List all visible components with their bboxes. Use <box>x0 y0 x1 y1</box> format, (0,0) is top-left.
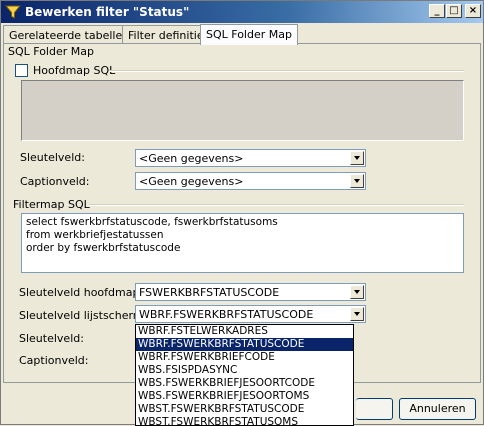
filtermap-sql-input[interactable]: select fswerkbrfstatuscode, fswerkbrfsta… <box>21 213 464 273</box>
group-divider <box>89 204 464 206</box>
sleutelveld-hoofdmap-label: Sleutelveld hoofdmap: <box>19 286 144 299</box>
sleutelveld-lijstscherm-dropdown[interactable]: WBRF.FSTELWERKADRES WBRF.FSWERKBRFSTATUS… <box>135 324 354 426</box>
tab-gerelateerde-tabellen[interactable]: Gerelateerde tabellen <box>3 25 136 44</box>
cancel-button[interactable]: Annuleren <box>399 398 476 420</box>
title-bar[interactable]: Bewerken filter "Status" _ □ × <box>1 1 483 23</box>
tab-sql-folder-map[interactable]: SQL Folder Map <box>200 24 298 45</box>
captionveld-value: <Geen gegevens> <box>139 175 244 188</box>
chevron-down-icon[interactable] <box>350 307 364 321</box>
hoofdmap-sql-area <box>21 80 464 141</box>
filtermap-heading: Filtermap SQL <box>13 198 90 211</box>
sleutelveld-hoofdmap-select[interactable]: FSWERKBRFSTATUSCODE <box>135 283 366 301</box>
dropdown-option-selected[interactable]: WBRF.FSWERKBRFSTATUSCODE <box>136 338 353 351</box>
ok-button[interactable] <box>356 398 393 420</box>
dropdown-option[interactable]: WBRF.FSTELWERKADRES <box>136 325 353 338</box>
dropdown-option[interactable]: WBS.FSWERKBRIEFJESOORTOMS <box>136 390 353 403</box>
minimize-button[interactable]: _ <box>429 4 445 18</box>
sleutelveld2-label: Sleutelveld: <box>19 332 84 345</box>
dialog-window: Bewerken filter "Status" _ □ × Gerelatee… <box>0 0 484 426</box>
section-heading: SQL Folder Map <box>8 45 94 58</box>
close-button[interactable]: × <box>465 4 481 18</box>
filter-icon <box>5 5 21 19</box>
sleutelveld-lijstscherm-select[interactable]: WBRF.FSWERKBRFSTATUSCODE <box>135 305 366 323</box>
sql-line: order by fswerkbrfstatuscode <box>26 242 181 254</box>
sleutelveld-lijstscherm-value: WBRF.FSWERKBRFSTATUSCODE <box>139 308 314 321</box>
tab-filter-definitie[interactable]: Filter definitie <box>122 25 210 44</box>
maximize-button[interactable]: □ <box>446 4 462 18</box>
dropdown-option[interactable]: WBS.FSISPDASYNC <box>136 364 353 377</box>
sleutelveld-lijstscherm-label: Sleutelveld lijstscherm: <box>19 309 148 322</box>
captionveld2-label: Captionveld: <box>19 354 89 367</box>
sleutelveld-select[interactable]: <Geen gegevens> <box>135 149 366 167</box>
captionveld-select[interactable]: <Geen gegevens> <box>135 172 366 190</box>
dropdown-option[interactable]: WBRF.FSWERKBRIEFCODE <box>136 351 353 364</box>
captionveld-label: Captionveld: <box>20 175 90 188</box>
sleutelveld-hoofdmap-value: FSWERKBRFSTATUSCODE <box>139 286 280 299</box>
chevron-down-icon[interactable] <box>350 151 364 165</box>
window-title: Bewerken filter "Status" <box>25 5 190 19</box>
hoofdmap-checkbox[interactable] <box>15 64 28 77</box>
sleutelveld-value: <Geen gegevens> <box>139 152 244 165</box>
group-divider <box>109 70 464 72</box>
chevron-down-icon[interactable] <box>350 285 364 299</box>
chevron-down-icon[interactable] <box>350 174 364 188</box>
dropdown-option[interactable]: WBST.FSWERKBRFSTATUSCODE <box>136 403 353 416</box>
sleutelveld-label: Sleutelveld: <box>20 151 85 164</box>
hoofdmap-checkbox-label: Hoofdmap SQL <box>33 64 116 77</box>
sql-line: select fswerkbrfstatuscode, fswerkbrfsta… <box>26 216 278 228</box>
dropdown-option[interactable]: WBS.FSWERKBRIEFJESOORTCODE <box>136 377 353 390</box>
sql-line: from werkbriefjestatussen <box>26 229 164 241</box>
